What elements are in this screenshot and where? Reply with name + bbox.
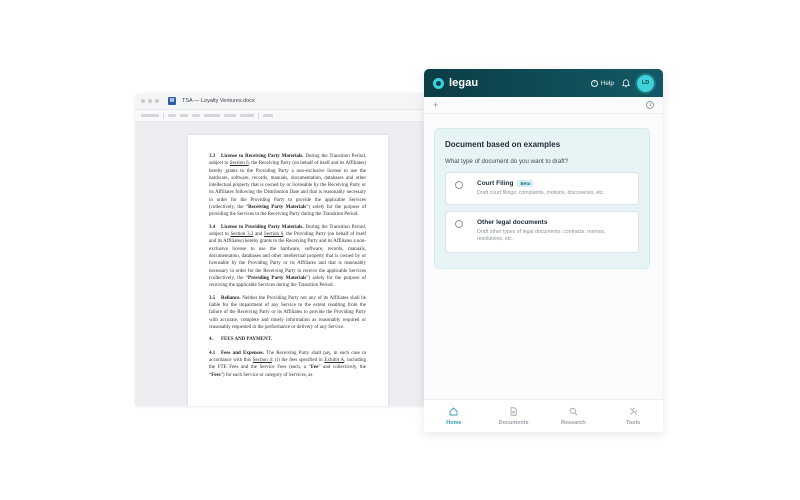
section-4-heading: 4. FEES AND PAYMENT.	[209, 336, 366, 343]
legau-header: legau ? Help LD	[424, 69, 663, 97]
beta-badge: Beta	[517, 180, 534, 187]
toolbar-divider	[163, 112, 164, 119]
toolbar-item[interactable]	[224, 114, 236, 117]
document-icon	[509, 406, 518, 416]
tools-icon	[629, 407, 638, 416]
option-description: Draft other types of legal documents: co…	[477, 229, 606, 242]
paragraph-heading: Fees and Expenses.	[221, 350, 264, 356]
toolbar-item[interactable]	[240, 114, 254, 117]
word-titlebar: W TSA — Loyalty Ventures.docx	[135, 93, 425, 110]
card-title: Document based on examples	[445, 140, 561, 149]
bell-icon[interactable]	[621, 78, 630, 88]
stage: W TSA — Loyalty Ventures.docx 3.3 License…	[0, 0, 800, 500]
legau-logo-icon	[433, 77, 444, 89]
option-description: Draft court filings: complaints, motions…	[477, 190, 605, 196]
nav-label: Tools	[625, 419, 641, 426]
option-court-filing[interactable]: Court Filing Beta Draft court filings: c…	[445, 172, 639, 205]
toolbar-divider	[258, 112, 259, 119]
paragraph-heading: Reliance.	[221, 295, 241, 301]
section-number: 4.	[209, 337, 213, 343]
paragraph-heading: License to Providing Party Materials.	[221, 224, 304, 230]
paragraph-text: ”) for each Service or category of Servi…	[220, 372, 313, 378]
nav-label: Home	[446, 419, 462, 426]
panel-subbar: +	[424, 97, 663, 114]
paragraph-3-5: 3.5 Reliance. Neither the Providing Party…	[209, 295, 366, 331]
toolbar-item[interactable]	[204, 114, 220, 117]
paragraph-text: , the Providing Party (on behalf of itse…	[209, 232, 366, 281]
home-icon	[449, 407, 458, 416]
paragraph-text: : (i) the fees specified in	[271, 357, 325, 363]
defined-term: Fees	[211, 372, 221, 378]
history-icon[interactable]	[646, 101, 654, 109]
toolbar-item[interactable]	[192, 114, 200, 117]
toolbar-item[interactable]	[168, 114, 176, 117]
paragraph-3-3: 3.3 License to Receiving Party Materials.…	[209, 153, 366, 219]
word-toolbar	[135, 110, 425, 122]
nav-label: Research	[560, 419, 586, 426]
section-reference: Section 6	[264, 232, 284, 238]
radio-button[interactable]	[455, 220, 463, 228]
radio-button[interactable]	[455, 181, 463, 189]
card-question: What type of document do you want to dra…	[445, 158, 569, 165]
paragraph-heading: License to Receiving Party Materials.	[221, 154, 304, 159]
option-title-row: Other legal documents	[477, 219, 630, 226]
option-other-legal-documents[interactable]: Other legal documents Draft other types …	[445, 211, 639, 253]
toolbar-item[interactable]	[180, 114, 188, 117]
search-icon	[569, 407, 578, 416]
help-label: Help	[600, 79, 614, 87]
word-doc-icon: W	[168, 97, 176, 105]
section-number: 3.5	[209, 295, 216, 301]
nav-label: Documents	[498, 419, 529, 426]
document-type-card: Document based on examples What type of …	[434, 128, 650, 269]
window-minimize-dot[interactable]	[148, 99, 152, 103]
header-actions: ? Help LD	[590, 74, 654, 92]
help-button[interactable]: ? Help	[590, 79, 614, 87]
option-title: Other legal documents	[477, 219, 548, 226]
legau-panel: legau ? Help LD + Document based on exam…	[424, 69, 663, 432]
section-reference: Section 6	[229, 161, 249, 167]
document-page[interactable]: 3.3 License to Receiving Party Materials.…	[188, 135, 388, 406]
document-title: TSA — Loyalty Ventures.docx	[182, 98, 255, 104]
section-number: 3.4	[209, 224, 216, 230]
brand-name: legau	[449, 77, 479, 89]
word-document-window: W TSA — Loyalty Ventures.docx 3.3 License…	[135, 93, 425, 406]
exhibit-reference: Exhibit A	[324, 357, 345, 363]
section-number: 4.1	[209, 350, 216, 356]
user-avatar[interactable]: LD	[637, 74, 654, 92]
section-number: 3.3	[209, 154, 216, 159]
window-close-dot[interactable]	[141, 99, 145, 103]
nav-research[interactable]: Research	[544, 400, 604, 432]
section-reference: Section 4	[252, 357, 272, 363]
nav-home[interactable]: Home	[424, 400, 484, 432]
nav-tools[interactable]: Tools	[603, 400, 663, 432]
paragraph-4-1: 4.1 Fees and Expenses. The Receiving Part…	[209, 350, 366, 379]
paragraph-3-4: 3.4 License to Providing Party Materials.…	[209, 224, 366, 290]
option-title: Court Filing	[477, 180, 514, 187]
nav-documents[interactable]: Documents	[484, 400, 544, 432]
paragraph-text: and	[253, 232, 264, 238]
toolbar-item[interactable]	[141, 114, 159, 117]
defined-term: Receiving Party Materials	[248, 205, 307, 211]
section-reference: Section 3.2	[230, 232, 254, 238]
new-chat-plus-icon[interactable]: +	[433, 100, 438, 110]
option-title-row: Court Filing Beta	[477, 180, 630, 187]
paragraph-text: , the Receiving Party (on behalf of itse…	[209, 161, 366, 211]
document-canvas: 3.3 License to Receiving Party Materials.…	[135, 123, 425, 406]
toolbar-item[interactable]	[263, 114, 273, 117]
help-icon: ?	[590, 79, 598, 87]
window-maximize-dot[interactable]	[155, 99, 159, 103]
defined-term: Providing Party Materials	[248, 275, 307, 281]
section-title: FEES AND PAYMENT.	[221, 337, 272, 343]
bottom-navigation: Home Documents Research Tools	[424, 399, 663, 432]
